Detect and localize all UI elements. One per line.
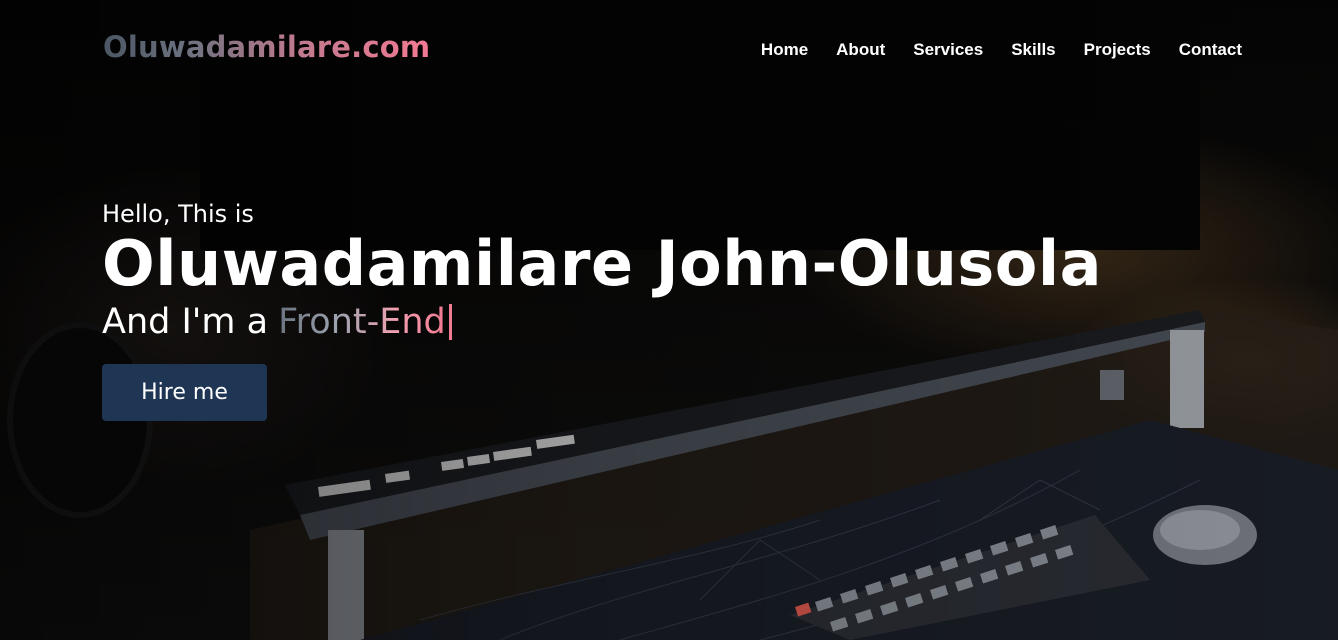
top-navbar: Oluwadamilare.com Home About Services Sk…	[0, 0, 1338, 100]
hero-name: Oluwadamilare John-Olusola	[102, 227, 1102, 300]
typing-cursor	[448, 304, 452, 341]
nav-link-about[interactable]: About	[836, 40, 885, 60]
hero-role-line: And I'm a Front-End	[102, 302, 1102, 342]
nav-link-services[interactable]: Services	[913, 40, 983, 60]
hero-section: Oluwadamilare.com Home About Services Sk…	[0, 0, 1338, 640]
nav-link-home[interactable]: Home	[761, 40, 808, 60]
hero-greeting: Hello, This is	[102, 200, 254, 228]
hire-me-button[interactable]: Hire me	[102, 364, 267, 422]
nav-link-projects[interactable]: Projects	[1084, 40, 1151, 60]
nav-link-skills[interactable]: Skills	[1011, 40, 1055, 60]
hero-role-typed: Front-End	[278, 302, 446, 343]
hero-role-prefix: And I'm a	[102, 302, 269, 343]
hero-content: Hello, This is Oluwadamilare John-Olusol…	[102, 200, 1102, 422]
nav-link-contact[interactable]: Contact	[1179, 40, 1242, 60]
site-logo[interactable]: Oluwadamilare.com	[103, 30, 430, 64]
nav-links: Home About Services Skills Projects Cont…	[761, 40, 1242, 60]
